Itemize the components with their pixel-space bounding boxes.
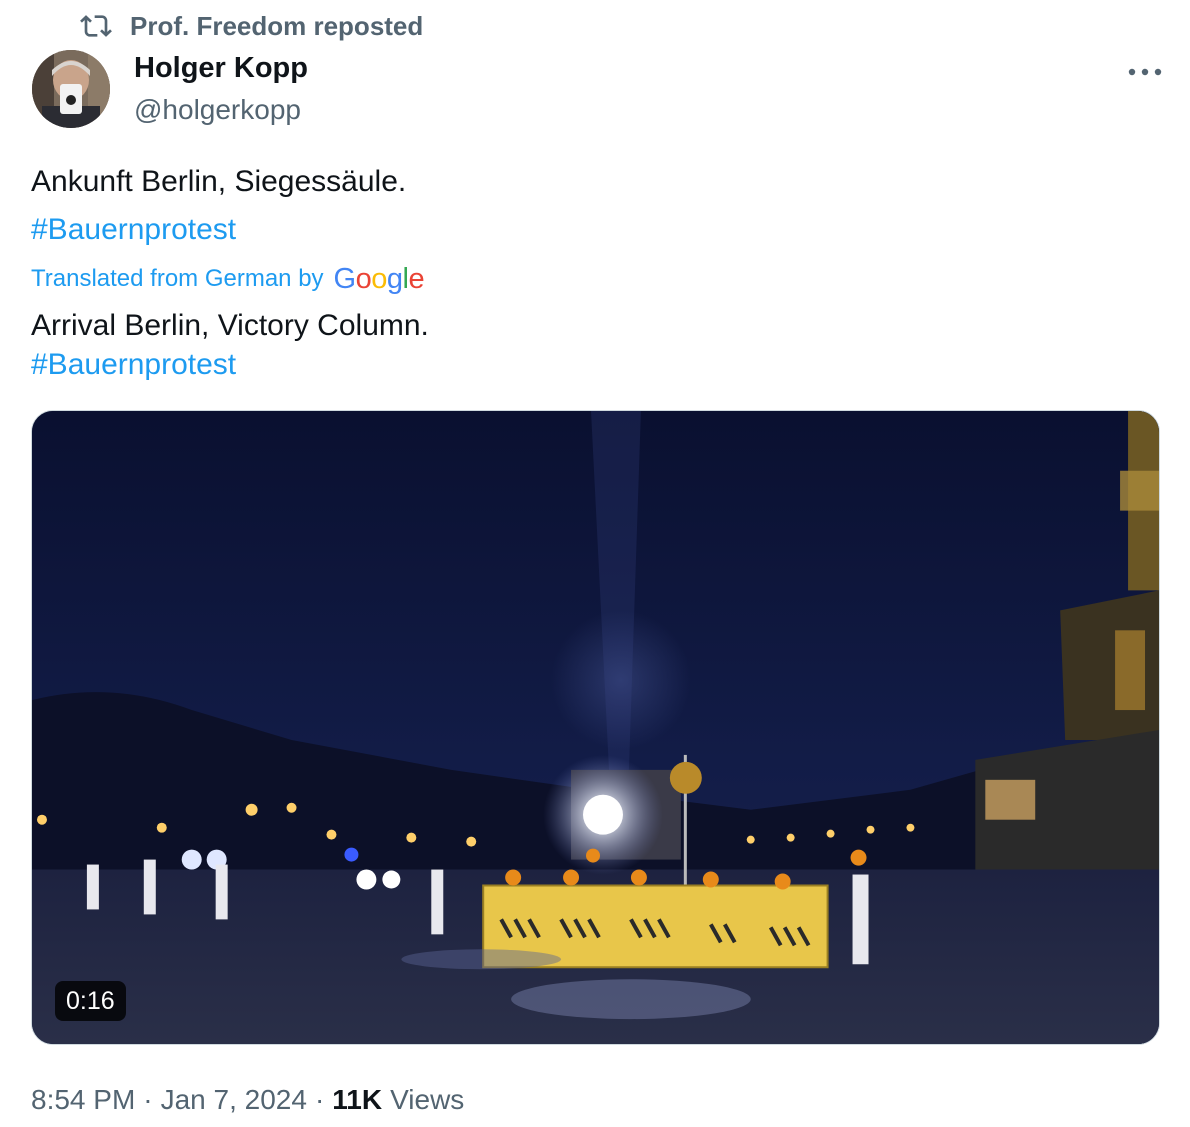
translated-from-label: Translated from German by [31,265,324,292]
repost-label[interactable]: Prof. Freedom reposted [130,11,423,42]
more-icon [1126,66,1164,78]
avatar[interactable] [32,50,110,128]
video-player[interactable]: 0:16 [31,410,1160,1045]
author-name[interactable]: Holger Kopp [134,52,308,85]
google-logo-letter: o [371,262,387,295]
tweet-original-text: Ankunft Berlin, Siegessäule. [31,165,407,198]
google-logo: Google [334,263,425,296]
author-handle[interactable]: @holgerkopp [134,94,301,126]
views-count: 11K [332,1084,383,1115]
meta-separator: · [143,1084,153,1115]
translation-attribution[interactable]: Translated from German by Google [31,262,425,296]
tweet-date[interactable]: Jan 7, 2024 [161,1084,307,1116]
google-logo-letter: e [408,262,425,295]
hashtag-link-translated[interactable]: #Bauernprotest [31,345,236,385]
more-button[interactable] [1122,54,1168,90]
tweet-time[interactable]: 8:54 PM [31,1084,135,1116]
google-logo-letter: G [333,262,357,295]
repost-icon [80,10,112,42]
tweet-translated-text: Arrival Berlin, Victory Column. [31,309,429,342]
tweet-meta: 8:54 PM · Jan 7, 2024 · 11K Views [31,1080,464,1120]
video-duration: 0:16 [55,981,126,1021]
video-thumbnail [32,411,1159,1044]
hashtag-link-original[interactable]: #Bauernprotest [31,210,236,250]
google-logo-letter: o [355,262,372,295]
views-label: Views [390,1084,465,1115]
google-logo-letter: g [386,262,403,295]
meta-separator: · [314,1084,325,1115]
repost-header: Prof. Freedom reposted [80,8,423,44]
